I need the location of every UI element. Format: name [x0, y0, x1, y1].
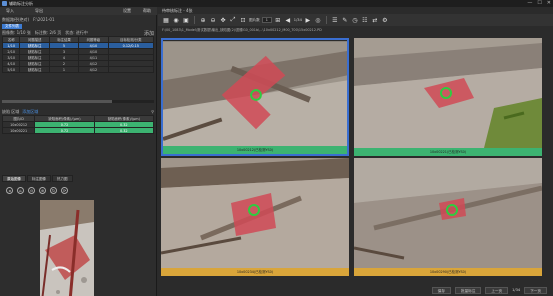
- window-controls: — ☐ ✕: [527, 1, 551, 6]
- divider: [194, 16, 195, 24]
- image-cell[interactable]: 10x00290(已检测YS0): [354, 158, 542, 276]
- image-tools: ◂ ⌂ ⊖ ⊕ ↻ ⟳: [6, 187, 68, 194]
- pin-icon[interactable]: ⚲: [151, 109, 154, 114]
- review-title: 待审核标注 - 4张: [162, 7, 193, 13]
- cell-caption: 10x00290(已检测YS0): [354, 268, 542, 276]
- region-section-header: 缺陷 区域 添加区域 ⚲: [2, 109, 154, 114]
- image-cell[interactable]: 10x00212(已检测YS0): [161, 38, 349, 156]
- target-icon[interactable]: ◎: [314, 16, 322, 24]
- table-row[interactable]: 5/10 缺陷标注 1 4/12: [1, 66, 155, 73]
- image-path: F:\00_1083\1_Model\测试数据\输出_缺陷图(2)\图像G0_0…: [162, 28, 322, 32]
- cell: 10x00221: [1, 127, 36, 134]
- settings-icon[interactable]: ⚙: [381, 16, 389, 24]
- review-panel-title: 待审核标注 - 4张: [158, 7, 553, 14]
- app-icon: [2, 1, 7, 6]
- page-counter: 1/34: [512, 288, 521, 292]
- back-icon[interactable]: ◂: [6, 187, 13, 194]
- status-bar: 保存 批量标注 上一页 1/34 下一页: [158, 284, 553, 296]
- list-icon[interactable]: ☰: [331, 16, 339, 24]
- batch-label-button[interactable]: 批量标注: [454, 286, 482, 294]
- cell: 5/10: [1, 66, 21, 73]
- page-indicator: 1/34: [293, 18, 302, 22]
- grid-icon[interactable]: ▦: [162, 16, 170, 24]
- menu-bar: 导入 导出 设置 帮助: [0, 7, 157, 15]
- cell-caption: 10x00212(已检测YS0): [163, 146, 347, 154]
- zoom-out-icon[interactable]: ⊖: [209, 16, 217, 24]
- info-label-count: 标注数: 2/6 页: [34, 30, 62, 35]
- table-scrollbar[interactable]: [2, 100, 154, 103]
- scale-input[interactable]: 1: [261, 17, 272, 23]
- image-view-tabs: 原始图像 标注图像 热力图: [2, 175, 74, 182]
- path-row: 数据路径(绝对) F:\2021-01: [2, 17, 154, 22]
- menu-import[interactable]: 导入: [6, 8, 14, 14]
- tab-original[interactable]: 原始图像: [2, 175, 26, 182]
- annotate-icon[interactable]: ✎: [341, 16, 349, 24]
- clock-icon[interactable]: ◷: [351, 16, 359, 24]
- save-button[interactable]: 保存: [431, 286, 451, 294]
- cell: 缺陷标注: [19, 66, 50, 73]
- image-cell[interactable]: 10x00234(已检测YS0): [161, 158, 349, 276]
- cell-caption: 10x00221(已检测YS0): [354, 148, 542, 156]
- fit-window-icon[interactable]: ⊡: [239, 16, 247, 24]
- title-bar: 辅助标注分析 — ☐ ✕: [0, 0, 553, 7]
- image-toolbar: ▦ ◉ ▣ ⊕ ⊖ ✥ ⤢ ⊡ 图片数 1 ⊞ ◀ 1/34 ▶ ◎ ☰ ✎ ◷…: [158, 14, 553, 26]
- zoom-in-icon[interactable]: ⊕: [199, 16, 207, 24]
- table-row[interactable]: 10x00221 0.72 0.32: [1, 127, 155, 134]
- menu-help[interactable]: 帮助: [143, 8, 151, 14]
- next-page-button[interactable]: 下一页: [524, 286, 547, 294]
- image-cell[interactable]: 10x00221(已检测YS0): [354, 38, 542, 156]
- zoom-in-icon[interactable]: ⊕: [39, 187, 46, 194]
- refresh-icon[interactable]: ⟳: [61, 187, 68, 194]
- zoom-fit-icon[interactable]: ⤢: [229, 16, 237, 24]
- cell: 0.32: [93, 127, 155, 134]
- divider: [325, 16, 327, 24]
- cell-photo: [163, 41, 347, 149]
- region-title: 缺陷 区域: [2, 109, 20, 114]
- cell: 1: [48, 66, 80, 73]
- add-region-link[interactable]: 添加区域: [22, 109, 38, 114]
- swap-icon[interactable]: ⇄: [371, 16, 379, 24]
- home-icon[interactable]: ⌂: [17, 187, 24, 194]
- info-image-count: 图像数: 1/10 张: [2, 30, 31, 35]
- cell-photo: [354, 158, 542, 268]
- maximize-button[interactable]: ☐: [537, 1, 541, 6]
- wifi-icon[interactable]: ◉: [172, 16, 180, 24]
- left-panel: 数据路径(绝对) F:\2021-01 文件列表 图像数: 1/10 张 标注数…: [0, 15, 157, 296]
- info-row: 图像数: 1/10 张 标注数: 2/6 页 状态: 进行中 添加: [2, 30, 154, 37]
- cell: 0.72: [34, 127, 95, 134]
- cell-photo: [161, 158, 349, 268]
- region-table: 图片ID 缺陷面积(像素)/(μm) 缺陷面积(像素)/(μm) 10x0021…: [1, 115, 155, 134]
- tab-heatmap[interactable]: 热力图: [52, 175, 73, 182]
- cell-photo: [354, 38, 542, 148]
- grid-view-icon[interactable]: ⊞: [274, 16, 282, 24]
- menu-settings[interactable]: 设置: [123, 8, 131, 14]
- cell: [107, 66, 155, 73]
- window-title: 辅助标注分析: [9, 0, 33, 6]
- cell: 4/12: [78, 66, 109, 73]
- close-button[interactable]: ✕: [547, 1, 551, 6]
- menu-export[interactable]: 导出: [35, 8, 43, 14]
- checklist-icon[interactable]: ☷: [361, 16, 369, 24]
- scrollbar-thumb[interactable]: [2, 100, 112, 103]
- cell-caption: 10x00234(已检测YS0): [161, 268, 349, 276]
- path-value[interactable]: F:\2021-01: [33, 17, 54, 22]
- path-label: 数据路径(绝对): [2, 17, 30, 22]
- preview-photo: [40, 200, 94, 296]
- tab-annotated[interactable]: 标注图像: [27, 175, 51, 182]
- info-status: 状态: 进行中: [65, 30, 88, 35]
- move-icon[interactable]: ✥: [219, 16, 227, 24]
- prev-icon[interactable]: ◀: [284, 16, 292, 24]
- file-table: 名称 问题描述 标注结果 问题等级 目标检测/分类 1/10 缺陷标注 5 4/…: [1, 36, 155, 73]
- preview-image[interactable]: [40, 200, 94, 296]
- minimize-button[interactable]: —: [527, 1, 532, 6]
- file-list-tab[interactable]: 文件列表: [2, 24, 22, 29]
- scale-label: 图片数: [249, 17, 260, 22]
- next-icon[interactable]: ▶: [304, 16, 312, 24]
- rotate-icon[interactable]: ↻: [50, 187, 57, 194]
- image-icon[interactable]: ▣: [182, 16, 190, 24]
- prev-page-button[interactable]: 上一页: [485, 286, 509, 294]
- zoom-out-icon[interactable]: ⊖: [28, 187, 35, 194]
- add-button[interactable]: 添加: [144, 30, 154, 37]
